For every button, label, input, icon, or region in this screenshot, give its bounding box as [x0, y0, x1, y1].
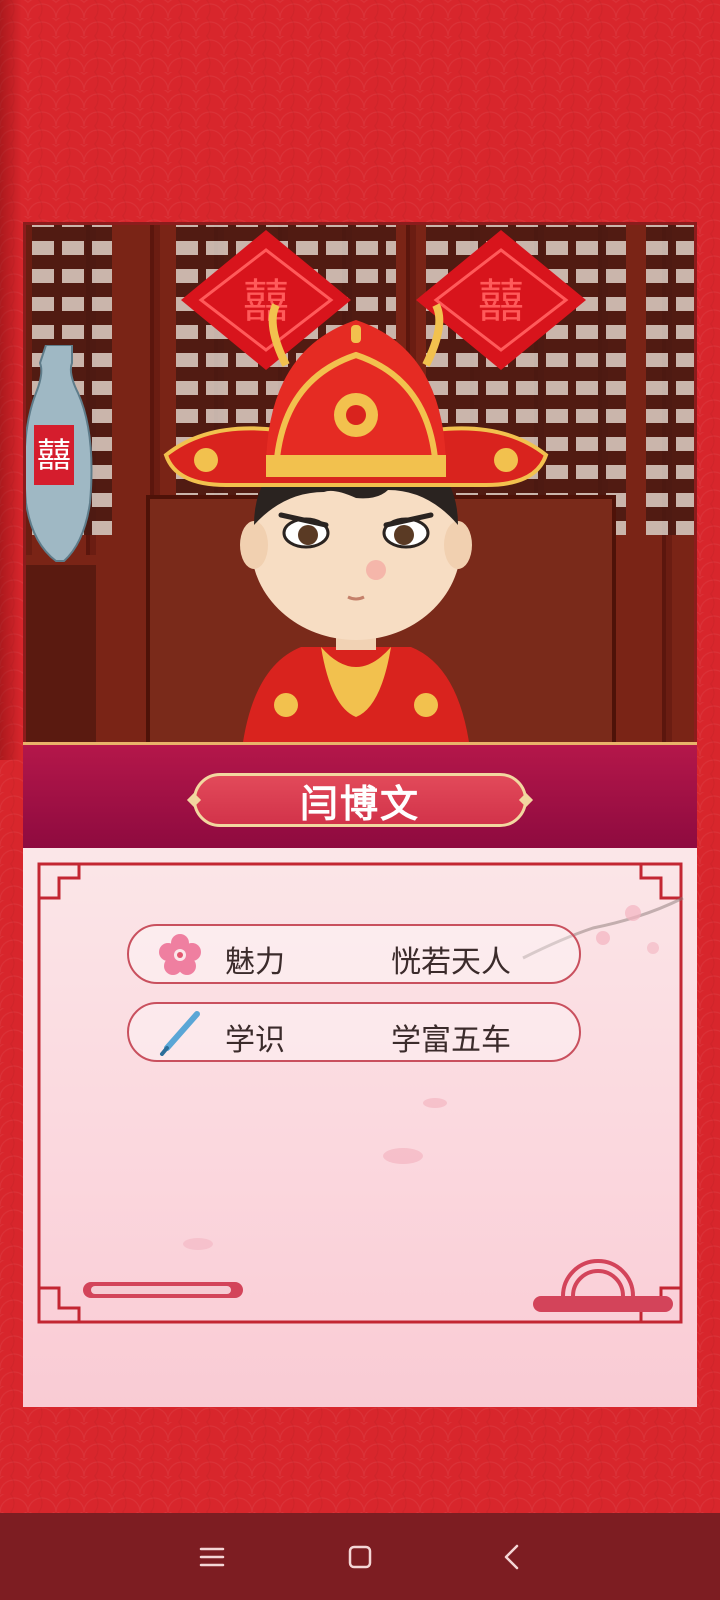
- groom-avatar: [163, 303, 549, 751]
- stat-label: 魅力: [225, 945, 285, 980]
- petal-decoration: [383, 1148, 423, 1164]
- vase-stand: [26, 555, 96, 751]
- menu-icon: [199, 1547, 225, 1567]
- stat-value: 恍若天人: [391, 945, 511, 980]
- attributes-panel: 魅力 恍若天人 学识 学富五车: [23, 848, 697, 1407]
- name-banner: 闫博文: [23, 742, 697, 851]
- svg-text:囍: 囍: [37, 436, 71, 476]
- stat-row-knowledge: 学识 学富五车: [127, 1002, 581, 1062]
- system-navigation-bar: [0, 1513, 720, 1600]
- back-button[interactable]: [488, 1533, 536, 1581]
- menu-button[interactable]: [188, 1533, 236, 1581]
- petal-decoration: [183, 1238, 213, 1250]
- patterned-background: [0, 0, 720, 222]
- home-icon: [348, 1545, 372, 1569]
- stat-row-charm: 魅力 恍若天人: [127, 924, 581, 984]
- character-portrait-scene: 囍 囍 囍: [23, 222, 697, 754]
- character-name: 闫博文: [299, 781, 420, 826]
- brush-pen-icon: [160, 1011, 200, 1056]
- character-card: 囍 囍 囍 闫博文 魅力 恍若天人 学识 学富五车: [23, 222, 697, 1407]
- edge-shadow: [0, 0, 22, 760]
- petal-decoration: [423, 1098, 447, 1108]
- stat-value: 学富五车: [391, 1023, 511, 1058]
- plum-blossom-icon: [159, 934, 201, 975]
- home-button[interactable]: [336, 1533, 384, 1581]
- stat-label: 学识: [225, 1023, 285, 1058]
- lattice-window-edge: [646, 225, 694, 535]
- name-plate: 闫博文: [193, 773, 527, 827]
- back-icon: [504, 1544, 519, 1570]
- vase-icon: 囍: [26, 345, 93, 562]
